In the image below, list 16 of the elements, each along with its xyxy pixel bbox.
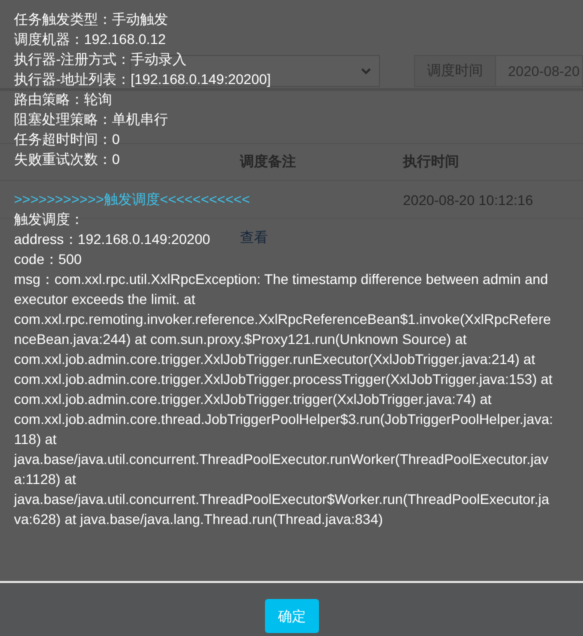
info-line: 失败重试次数：0 [14, 150, 120, 169]
section-heading: >>>>>>>>>>>触发调度<<<<<<<<<<< [14, 190, 250, 209]
confirm-button[interactable]: 确定 [265, 599, 319, 633]
info-line: 任务超时时间：0 [14, 130, 120, 149]
info-line: 阻塞处理策略：单机串行 [14, 110, 168, 129]
log-text: code：500 [14, 250, 82, 269]
info-line: 任务触发类型：手动触发 [14, 10, 168, 29]
info-line: 调度机器：192.168.0.12 [14, 30, 166, 49]
info-line: 路由策略：轮询 [14, 90, 112, 109]
log-text: 触发调度： [14, 210, 84, 229]
log-text: address：192.168.0.149:20200 [14, 230, 210, 249]
chevron-down-icon [361, 68, 371, 74]
log-text: msg：com.xxl.rpc.util.XxlRpcException: The timestamp difference between admin and executor exceeds the limit. at com.xxl.rpc.remoting.invoker.reference.XxlRpcReferenceBean$1.invoke(XxlRpcReferenceBean.java:244) at com.sun.proxy.$Proxy121.run(Unknown Source) at com.xxl.job.admin.core.trigger.XxlJobTrigger.runExecutor(XxlJobTrigger.java:214) at com.xxl.job.admin.core.trigger.XxlJobTrigger.processTrigger(XxlJobTrigger.java:153) at com.xxl.job.admin.core.trigger.XxlJobTrigger.trigger(XxlJobTrigger.java:74) at com.xxl.job.admin.core.thread.JobTriggerPoolHelper$3.run(JobTriggerPoolHelper.java:118) at java.base/java.util.concurrent.ThreadPoolExecutor.runWorker(ThreadPoolExecutor.java:1128) at java.base/java.util.concurrent.ThreadPoolExecutor$Worker.run(ThreadPoolExecutor.java:628) at java.base/java.lang.Thread.run(Thread.java:834) [14, 270, 553, 529]
info-line: 执行器-注册方式：手动录入 [14, 50, 187, 69]
info-line: 执行器-地址列表：[192.168.0.149:20200] [14, 70, 271, 89]
view-link[interactable]: 查看 [240, 228, 268, 244]
